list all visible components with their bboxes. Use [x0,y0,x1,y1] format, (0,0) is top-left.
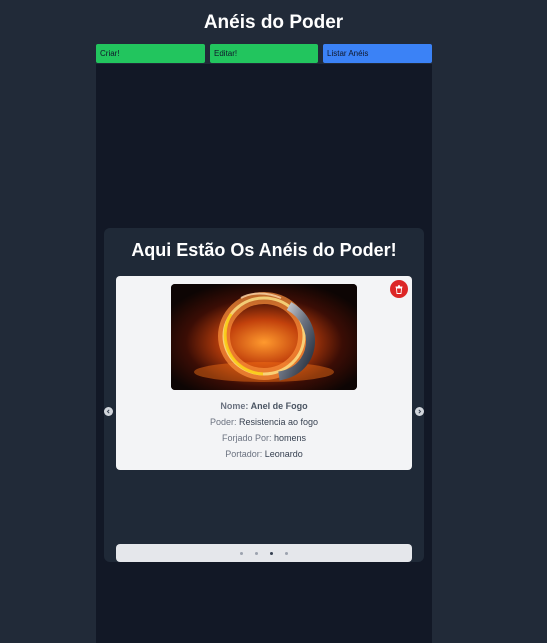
page-title: Anéis do Poder [203,12,344,33]
edit-button[interactable]: Editar! [210,44,318,63]
forged-value: homens [274,433,307,443]
create-button[interactable]: Criar! [96,44,205,63]
carousel-dot[interactable] [285,552,288,555]
list-rings-button[interactable]: Listar Anéis [323,44,432,63]
chevron-right-icon [418,409,422,414]
ring-forged-by: Forjado Por: homens [116,433,412,443]
name-label: Nome: [220,401,249,411]
name-value: Anel de Fogo [250,401,308,411]
carousel-next-button[interactable] [415,407,424,416]
trash-icon [395,282,403,297]
carousel-dots [116,544,412,562]
ring-image [171,284,357,390]
power-label: Poder: [209,417,237,427]
forged-label: Forjado Por: [221,433,272,443]
rings-panel: Aqui Estão Os Anéis do Poder! Nome: Anel… [104,228,424,562]
ring-card: Nome: Anel de Fogo Poder: Resistencia ao… [116,276,412,470]
panel-title: Aqui Estão Os Anéis do Poder! [131,240,397,260]
carousel-dot[interactable] [255,552,258,555]
ring-bearer: Portador: Leonardo [116,449,412,459]
bearer-label: Portador: [225,449,263,459]
bearer-value: Leonardo [264,449,303,459]
power-value: Resistencia ao fogo [238,417,319,427]
ring-power: Poder: Resistencia ao fogo [116,417,412,427]
ring-name: Nome: Anel de Fogo [116,401,412,411]
delete-ring-button[interactable] [390,280,408,298]
carousel-dot[interactable] [270,552,273,555]
carousel-dot[interactable] [240,552,243,555]
chevron-left-icon [106,409,110,414]
carousel-prev-button[interactable] [104,407,113,416]
